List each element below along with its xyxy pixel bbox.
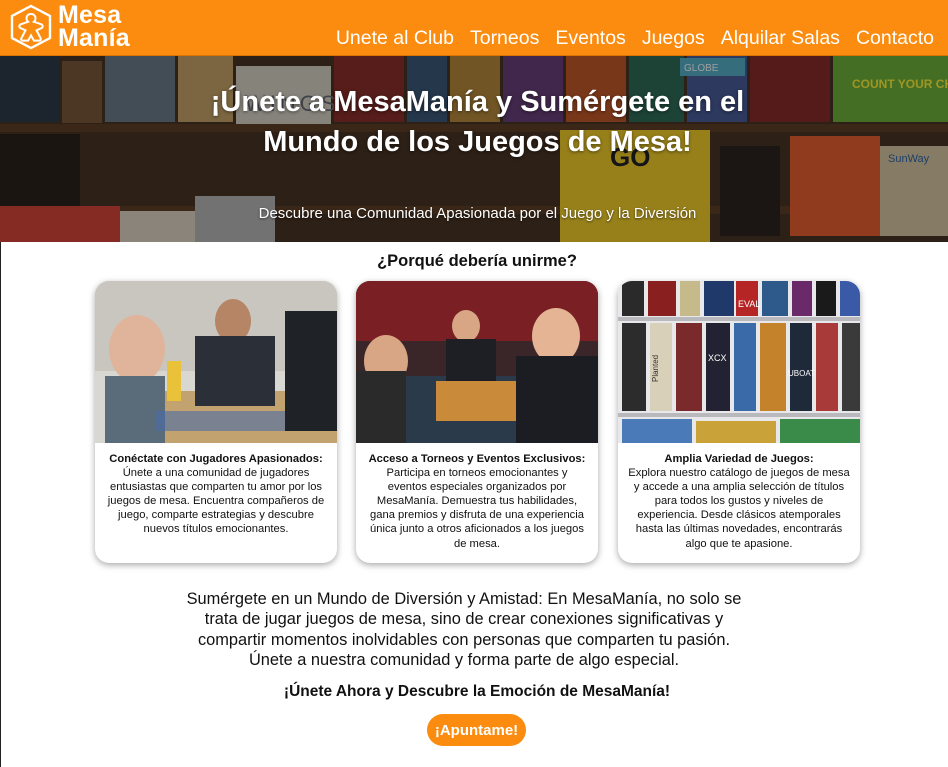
meeple-icon [10, 4, 52, 50]
benefit-card-games: EVAL Planted XCX UBOAT Amplia Variedad d… [618, 281, 860, 563]
box-label-planted: Planted [651, 355, 660, 382]
card-body: Amplia Variedad de Juegos: Explora nuest… [618, 443, 860, 551]
nav-link-alquilar-salas[interactable]: Alquilar Salas [713, 26, 848, 50]
nav-link-torneos[interactable]: Torneos [462, 26, 547, 50]
nav-link-juegos[interactable]: Juegos [634, 26, 713, 50]
nav-link-contacto[interactable]: Contacto [848, 26, 942, 50]
hero-title: ¡Únete a MesaManía y Sumérgete en el Mun… [210, 86, 745, 158]
signup-button[interactable]: ¡Apuntame! [427, 714, 526, 746]
tournament-photo [356, 281, 598, 443]
card-title: Acceso a Torneos y Eventos Exclusivos: [368, 453, 586, 465]
brand-name-line2: Manía [58, 24, 130, 52]
benefit-card-players: Conéctate con Jugadores Apasionados: Úne… [95, 281, 337, 563]
nav-link-club[interactable]: Unete al Club [328, 26, 462, 50]
benefit-card-tournaments: Acceso a Torneos y Eventos Exclusivos: P… [356, 281, 598, 563]
hero-banner: WINGS COUNT YOUR CHICKENS! GLOBE GO SunW… [0, 56, 948, 242]
why-section-title: ¿Porqué debería unirme? [377, 252, 577, 270]
card-title: Conéctate con Jugadores Apasionados: [109, 453, 323, 465]
main-nav: Unete al Club Torneos Eventos Juegos Alq… [328, 26, 942, 50]
intro-paragraph: Sumérgete en un Mundo de Diversión y Ami… [186, 590, 742, 670]
cta-headline: ¡Únete Ahora y Descubre la Emoción de Me… [283, 683, 671, 700]
brand-name: Mesa Manía [58, 3, 130, 52]
card-body: Conéctate con Jugadores Apasionados: Úne… [95, 443, 337, 537]
card-text: Explora nuestro catálogo de juegos de me… [628, 467, 850, 550]
hero-subtitle: Descubre una Comunidad Apasionada por el… [258, 205, 697, 222]
card-text: Únete a una comunidad de jugadores entus… [107, 467, 325, 536]
box-label-xcx: XCX [708, 353, 727, 363]
card-body: Acceso a Torneos y Eventos Exclusivos: P… [356, 443, 598, 551]
players-photo [95, 281, 337, 443]
brand-logo[interactable]: Mesa Manía [8, 3, 130, 52]
nav-link-eventos[interactable]: Eventos [547, 26, 633, 50]
box-label-eval: EVAL [738, 299, 760, 309]
game-shelf-photo: EVAL Planted XCX UBOAT [618, 281, 860, 443]
card-text: Participa en torneos emocionantes y even… [370, 467, 584, 550]
top-navbar: Mesa Manía Unete al Club Torneos Eventos… [0, 0, 948, 56]
box-label-uboat: UBOAT [788, 369, 815, 378]
card-title: Amplia Variedad de Juegos: [664, 453, 814, 465]
